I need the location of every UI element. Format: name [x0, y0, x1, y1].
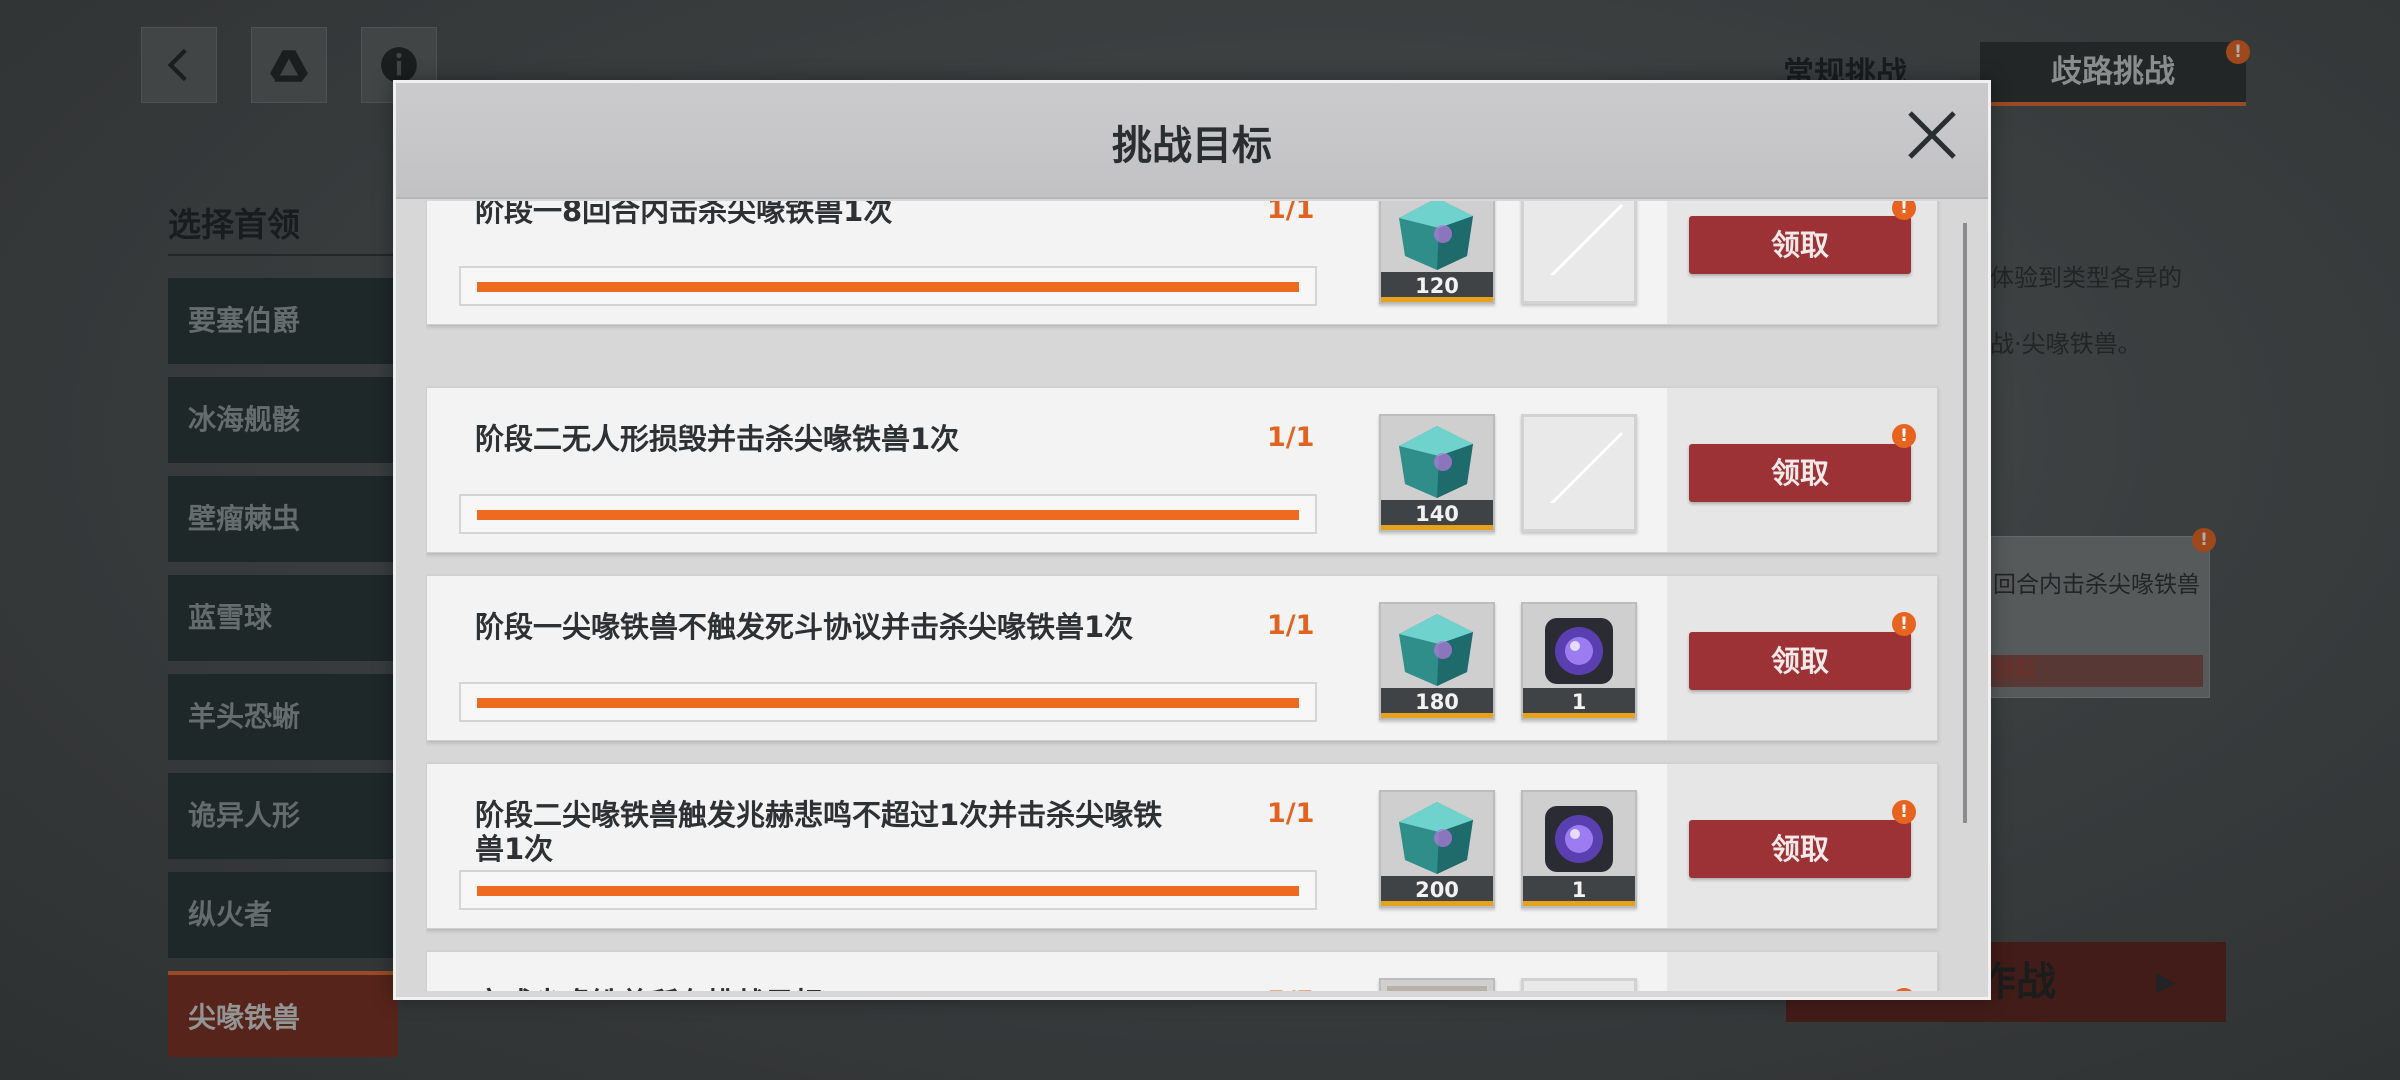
- task-title: 阶段二尖喙铁兽触发兆赫悲鸣不超过1次并击杀尖喙铁兽1次: [475, 798, 1163, 866]
- reward-quantity: 1: [1523, 688, 1635, 718]
- reward-quantity: 140: [1381, 500, 1493, 530]
- reward-item[interactable]: 1: [1521, 790, 1637, 908]
- dialog-title: 挑战目标: [1112, 123, 1272, 169]
- task-row: 阶段二无人形损毁并击杀尖喙铁兽1次 1/1 140 领取!: [426, 387, 1938, 553]
- empty-reward-slot: [1521, 201, 1637, 304]
- task-title: 阶段二无人形损毁并击杀尖喙铁兽1次: [475, 422, 960, 456]
- reward-item[interactable]: 120: [1379, 201, 1495, 304]
- claim-button[interactable]: 领取: [1689, 820, 1911, 878]
- reward-item[interactable]: [1379, 978, 1495, 991]
- reward-item[interactable]: 180: [1379, 602, 1495, 720]
- task-progress-count: 5/5: [1267, 986, 1314, 991]
- empty-reward-slot: [1521, 978, 1637, 991]
- task-progress-count: 1/1: [1267, 201, 1315, 225]
- progress-bar-fill: [477, 886, 1299, 896]
- reward-quantity: 200: [1381, 876, 1493, 906]
- claim-alert-badge: !: [1892, 424, 1916, 448]
- empty-slot: [1549, 203, 1624, 275]
- claim-rail: [1667, 952, 1937, 991]
- progress-bar: [459, 870, 1317, 910]
- task-title: 阶段一尖喙铁兽不触发死斗协议并击杀尖喙铁兽1次: [475, 610, 1134, 644]
- purple-core-icon: [1545, 618, 1613, 684]
- progress-bar: [459, 682, 1317, 722]
- claim-button[interactable]: 领取: [1689, 444, 1911, 502]
- dialog-header: 挑战目标: [396, 83, 1988, 199]
- teal-crystal-icon: [1399, 426, 1473, 498]
- reward-item[interactable]: 140: [1379, 414, 1495, 532]
- claim-alert-badge: !: [1892, 612, 1916, 636]
- task-progress-count: 1/1: [1267, 422, 1315, 453]
- reward-quantity: 1: [1523, 876, 1635, 906]
- challenge-goals-dialog: 挑战目标 阶段一8回合内击杀尖喙铁兽1次 1/1 120 领取! 阶段二无人形损毁并击杀…: [393, 80, 1991, 1000]
- task-title: 阶段一8回合内击杀尖喙铁兽1次: [475, 201, 893, 228]
- task-row: 阶段一尖喙铁兽不触发死斗协议并击杀尖喙铁兽1次 1/1 180 1 领取!: [426, 575, 1938, 741]
- teal-crystal-icon: [1399, 201, 1473, 270]
- empty-reward-slot: [1521, 414, 1637, 532]
- claim-button[interactable]: 领取: [1689, 216, 1911, 274]
- progress-bar: [459, 494, 1317, 534]
- task-title: 完成尖喙铁兽所有挑战目标: [475, 986, 1175, 991]
- purple-core-icon: [1545, 806, 1613, 872]
- progress-bar-fill: [477, 282, 1299, 292]
- task-progress-count: 1/1: [1267, 798, 1315, 829]
- claim-button[interactable]: 领取: [1689, 632, 1911, 690]
- teal-crystal-icon: [1399, 614, 1473, 686]
- reward-item[interactable]: 200: [1379, 790, 1495, 908]
- close-icon[interactable]: [1904, 107, 1960, 163]
- empty-slot: [1549, 431, 1624, 503]
- task-list[interactable]: 阶段一8回合内击杀尖喙铁兽1次 1/1 120 领取! 阶段二无人形损毁并击杀尖喙铁兽1…: [426, 201, 1946, 991]
- scrollbar[interactable]: [1963, 223, 1967, 823]
- plant-item-icon: [1387, 986, 1487, 991]
- reward-item[interactable]: 1: [1521, 602, 1637, 720]
- progress-bar-fill: [477, 510, 1299, 520]
- progress-bar-fill: [477, 698, 1299, 708]
- reward-quantity: 180: [1381, 688, 1493, 718]
- empty-slot: [1530, 987, 1630, 991]
- task-row: 完成尖喙铁兽所有挑战目标5/5领取!: [426, 951, 1938, 991]
- reward-quantity: 120: [1381, 272, 1493, 302]
- task-row: 阶段二尖喙铁兽触发兆赫悲鸣不超过1次并击杀尖喙铁兽1次 1/1 200 1 领取!: [426, 763, 1938, 929]
- progress-bar: [459, 266, 1317, 306]
- task-row: 阶段一8回合内击杀尖喙铁兽1次 1/1 120 领取!: [426, 201, 1938, 325]
- task-progress-count: 1/1: [1267, 610, 1315, 641]
- claim-alert-badge: !: [1892, 800, 1916, 824]
- teal-crystal-icon: [1399, 802, 1473, 874]
